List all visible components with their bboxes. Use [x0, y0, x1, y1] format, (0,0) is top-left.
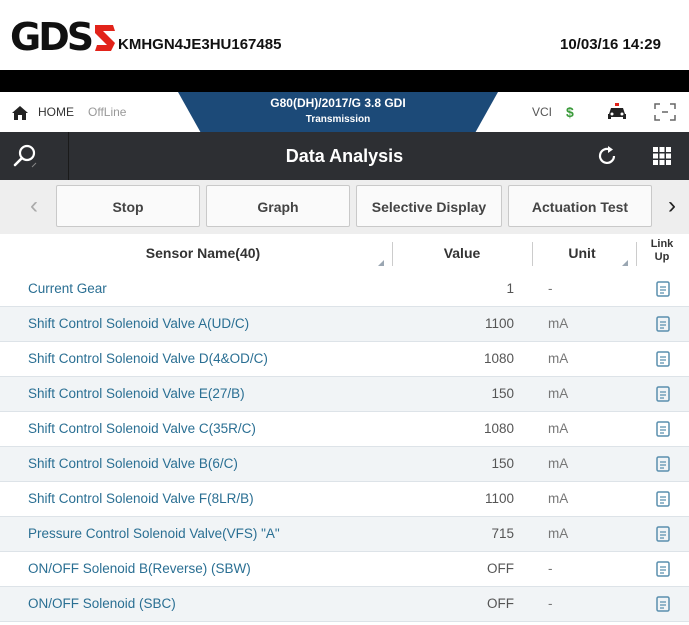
- sensor-unit: mA: [548, 421, 569, 436]
- scroll-right-icon[interactable]: ›: [652, 180, 689, 234]
- sensor-unit: mA: [548, 316, 569, 331]
- sensor-unit: mA: [548, 456, 569, 471]
- gds-logo: GDS: [10, 18, 117, 56]
- column-link-up[interactable]: Link Up: [638, 238, 686, 264]
- status-strip: [0, 70, 689, 92]
- column-value[interactable]: Value: [392, 234, 532, 272]
- header-bar: Data Analysis: [0, 132, 689, 180]
- sensor-name: Shift Control Solenoid Valve B(6/C): [28, 456, 238, 471]
- sensor-value: 1080: [483, 421, 514, 436]
- link-up-icon[interactable]: [656, 596, 670, 612]
- nav-bar: HOME OffLine G80(DH)/2017/G 3.8 GDI Tran…: [0, 92, 689, 133]
- sort-indicator-icon: [622, 260, 628, 266]
- graph-button[interactable]: Graph: [206, 185, 350, 227]
- link-up-label-line2: Up: [654, 251, 670, 263]
- fullscreen-icon[interactable]: [654, 103, 676, 121]
- sensor-value: OFF: [487, 596, 514, 611]
- sensor-unit: mA: [548, 526, 569, 541]
- table-row[interactable]: Current Gear 1 -: [0, 272, 689, 307]
- sensor-name: Shift Control Solenoid Valve D(4&OD/C): [28, 351, 268, 366]
- toolbar: ‹ Stop Graph Selective Display Actuation…: [0, 180, 689, 234]
- actuation-test-button[interactable]: Actuation Test: [508, 185, 652, 227]
- sensor-value: 150: [491, 456, 514, 471]
- car-connect-icon[interactable]: [605, 102, 629, 122]
- scroll-left-icon[interactable]: ‹: [14, 180, 54, 234]
- sensor-value: 150: [491, 386, 514, 401]
- sensor-name: Shift Control Solenoid Valve F(8LR/B): [28, 491, 254, 506]
- sensor-name: Shift Control Solenoid Valve E(27/B): [28, 386, 245, 401]
- link-up-label-line1: Link: [650, 238, 674, 250]
- title-bar: GDS KMHGN4JE3HU167485 10/03/16 14:29: [0, 0, 689, 70]
- vehicle-info-tab[interactable]: G80(DH)/2017/G 3.8 GDI Transmission: [178, 92, 498, 132]
- table-header: Sensor Name(40) Value Unit Link Up: [0, 234, 689, 273]
- sensor-value: 1100: [484, 491, 514, 506]
- sensor-value: 1080: [483, 351, 514, 366]
- logo-swoosh-icon: [95, 25, 116, 51]
- system-name: Transmission: [305, 114, 371, 125]
- sensor-value: 1100: [484, 316, 514, 331]
- connection-status: OffLine: [88, 105, 127, 119]
- sensor-unit: -: [548, 561, 553, 576]
- vci-label: VCI: [532, 105, 553, 119]
- sort-indicator-icon: [378, 260, 384, 266]
- table-row[interactable]: ON/OFF Solenoid B(Reverse) (SBW) OFF -: [0, 552, 689, 587]
- table-row[interactable]: Shift Control Solenoid Valve C(35R/C) 10…: [0, 412, 689, 447]
- link-up-icon[interactable]: [656, 351, 670, 367]
- stop-button[interactable]: Stop: [56, 185, 200, 227]
- sensor-name: Current Gear: [28, 281, 107, 296]
- sensor-name: Pressure Control Solenoid Valve(VFS) "A": [28, 526, 280, 541]
- date-time: 10/03/16 14:29: [560, 36, 661, 53]
- vci-connection-icon[interactable]: $: [566, 104, 574, 120]
- table-row[interactable]: Shift Control Solenoid Valve A(UD/C) 110…: [0, 307, 689, 342]
- table-row[interactable]: Shift Control Solenoid Valve F(8LR/B) 11…: [0, 482, 689, 517]
- table-row[interactable]: Shift Control Solenoid Valve B(6/C) 150 …: [0, 447, 689, 482]
- refresh-icon[interactable]: [596, 145, 618, 167]
- sensor-table: Current Gear 1 - Shift Control Solenoid …: [0, 272, 689, 622]
- sensor-name: ON/OFF Solenoid B(Reverse) (SBW): [28, 561, 251, 576]
- grid-menu-icon[interactable]: [653, 147, 671, 165]
- vin-number: KMHGN4JE3HU167485: [118, 36, 282, 53]
- sensor-unit: mA: [548, 491, 569, 506]
- link-up-icon[interactable]: [656, 421, 670, 437]
- link-up-icon[interactable]: [656, 386, 670, 402]
- sensor-value: 1: [506, 281, 514, 296]
- link-up-icon[interactable]: [656, 316, 670, 332]
- link-up-icon[interactable]: [656, 561, 670, 577]
- link-up-icon[interactable]: [656, 526, 670, 542]
- table-row[interactable]: ON/OFF Solenoid (SBC) OFF -: [0, 587, 689, 622]
- home-icon[interactable]: [11, 105, 29, 121]
- vehicle-model: G80(DH)/2017/G 3.8 GDI: [270, 96, 406, 110]
- sensor-unit: -: [548, 281, 553, 296]
- table-row[interactable]: Shift Control Solenoid Valve D(4&OD/C) 1…: [0, 342, 689, 377]
- link-up-icon[interactable]: [656, 491, 670, 507]
- sensor-unit: -: [548, 596, 553, 611]
- sensor-name: Shift Control Solenoid Valve C(35R/C): [28, 421, 256, 436]
- selective-display-button[interactable]: Selective Display: [356, 185, 502, 227]
- sensor-value: OFF: [487, 561, 514, 576]
- link-up-icon[interactable]: [656, 456, 670, 472]
- sensor-value: 715: [491, 526, 514, 541]
- sensor-unit: mA: [548, 351, 569, 366]
- table-row[interactable]: Shift Control Solenoid Valve E(27/B) 150…: [0, 377, 689, 412]
- link-up-icon[interactable]: [656, 281, 670, 297]
- home-button[interactable]: HOME: [38, 105, 74, 119]
- sensor-unit: mA: [548, 386, 569, 401]
- column-sensor-name[interactable]: Sensor Name(40): [28, 234, 378, 272]
- column-unit[interactable]: Unit: [532, 234, 632, 272]
- sensor-name: ON/OFF Solenoid (SBC): [28, 596, 176, 611]
- table-row[interactable]: Pressure Control Solenoid Valve(VFS) "A"…: [0, 517, 689, 552]
- column-divider: [636, 242, 637, 266]
- logo-text: GDS: [10, 15, 94, 59]
- sensor-name: Shift Control Solenoid Valve A(UD/C): [28, 316, 250, 331]
- page-title: Data Analysis: [285, 146, 404, 166]
